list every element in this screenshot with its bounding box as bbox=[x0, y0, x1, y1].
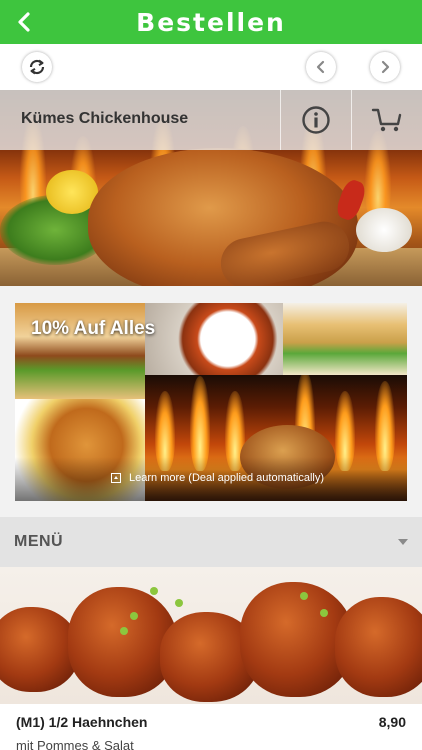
restaurant-bar: Kümes Chickenhouse bbox=[0, 90, 422, 150]
menu-section-header[interactable]: MENÜ bbox=[0, 517, 422, 567]
restaurant-name: Kümes Chickenhouse bbox=[21, 110, 189, 127]
cart-icon bbox=[371, 108, 402, 132]
menu-label: MENÜ bbox=[14, 533, 64, 550]
info-button[interactable] bbox=[280, 90, 350, 150]
chevron-right-icon bbox=[381, 60, 390, 74]
previous-button[interactable] bbox=[306, 52, 336, 82]
learn-more-link[interactable]: Learn more (Deal applied automatically) bbox=[111, 472, 324, 484]
deal-title: 10% Auf Alles bbox=[31, 318, 156, 339]
menu-item-row[interactable]: (M1) 1/2 Haehnchen 8,90 mit Pommes & Sal… bbox=[0, 704, 422, 750]
nav-row bbox=[0, 44, 422, 90]
deal-banner[interactable]: 10% Auf Alles Learn more (Deal applied a… bbox=[15, 303, 407, 501]
app-header: Bestellen bbox=[0, 0, 422, 44]
deal-image-sandwich bbox=[283, 303, 407, 375]
menu-item-image bbox=[0, 567, 422, 704]
deal-image-plate bbox=[145, 303, 283, 375]
refresh-icon bbox=[29, 59, 45, 75]
menu-item-name: (M1) 1/2 Haehnchen bbox=[16, 714, 148, 730]
next-button[interactable] bbox=[370, 52, 400, 82]
refresh-button[interactable] bbox=[22, 52, 52, 82]
page-title: Bestellen bbox=[136, 7, 286, 37]
info-icon bbox=[301, 106, 330, 134]
chevron-left-icon bbox=[316, 60, 325, 74]
chevron-down-icon bbox=[398, 539, 408, 545]
restaurant-hero-image: Kümes Chickenhouse bbox=[0, 90, 422, 286]
menu-item-description: mit Pommes & Salat bbox=[16, 738, 134, 750]
cart-button[interactable] bbox=[351, 90, 422, 150]
chevron-left-icon bbox=[18, 12, 30, 32]
expand-icon bbox=[111, 473, 121, 483]
back-button[interactable] bbox=[12, 10, 36, 34]
menu-item-price: 8,90 bbox=[378, 714, 406, 730]
learn-more-label: Learn more (Deal applied automatically) bbox=[129, 472, 325, 484]
